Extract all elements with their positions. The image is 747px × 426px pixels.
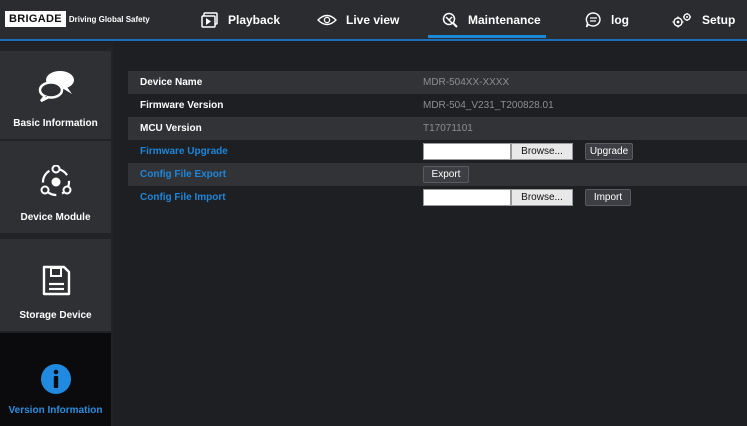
table-row: Device Name MDR-504XX-XXXX: [128, 71, 747, 94]
nav-log[interactable]: log: [585, 11, 629, 29]
import-button[interactable]: Import: [585, 189, 631, 206]
table-row: Firmware Version MDR-504_V231_T200828.01: [128, 94, 747, 117]
export-button[interactable]: Export: [423, 166, 469, 183]
config-export-label: Config File Export: [140, 169, 227, 180]
device-name-label: Device Name: [140, 77, 203, 88]
sidebar-item-storage-device[interactable]: Storage Device: [0, 239, 111, 331]
nav-playback[interactable]: Playback: [201, 11, 280, 29]
upgrade-button[interactable]: Upgrade: [585, 143, 633, 160]
brand-logo: BRIGADE Driving Global Safety: [5, 11, 150, 27]
active-tab-indicator: [428, 35, 546, 38]
floppy-disk-icon: [42, 265, 70, 296]
top-navigation-bar: BRIGADE Driving Global Safety Playback L…: [0, 0, 747, 41]
config-browse-button[interactable]: Browse...: [511, 189, 573, 206]
nav-log-label: log: [611, 13, 629, 27]
sidebar-item-label: Device Module: [20, 212, 91, 223]
firmware-file-input[interactable]: [423, 143, 511, 160]
sidebar-item-basic-information[interactable]: Basic Information: [0, 51, 111, 139]
table-row: MCU Version T17071101: [128, 117, 747, 140]
table-row: Firmware Upgrade Browse... Upgrade: [128, 140, 747, 163]
info-icon: [40, 364, 71, 394]
firmware-version-label: Firmware Version: [140, 100, 224, 111]
gears-icon: [672, 13, 691, 28]
nav-live-view-label: Live view: [346, 13, 400, 27]
playback-icon: [201, 12, 218, 28]
sidebar: Basic Information Device Module Storage …: [0, 43, 113, 426]
firmware-version-value: MDR-504_V231_T200828.01: [423, 100, 554, 111]
sidebar-item-device-module[interactable]: Device Module: [0, 141, 111, 233]
mcu-version-label: MCU Version: [140, 123, 202, 134]
sidebar-item-label: Storage Device: [19, 310, 92, 321]
config-file-input[interactable]: [423, 189, 511, 206]
nav-setup[interactable]: Setup: [671, 11, 735, 29]
logo-tagline: Driving Global Safety: [68, 14, 150, 24]
mcu-version-value: T17071101: [423, 123, 473, 134]
firmware-upgrade-label: Firmware Upgrade: [140, 146, 228, 157]
nav-live-view[interactable]: Live view: [317, 11, 399, 29]
nav-setup-label: Setup: [702, 13, 736, 27]
log-icon: [585, 12, 601, 28]
module-icon: [40, 165, 71, 197]
nav-playback-label: Playback: [228, 13, 281, 27]
sidebar-item-label: Basic Information: [13, 118, 98, 129]
eye-icon: [317, 14, 337, 26]
sidebar-item-label: Version Information: [8, 405, 103, 416]
table-row: Config File Export Export: [128, 163, 747, 186]
device-name-value: MDR-504XX-XXXX: [423, 77, 510, 88]
table-row: Config File Import Browse... Import: [128, 186, 747, 209]
maintenance-icon: [442, 12, 458, 28]
nav-maintenance-label: Maintenance: [468, 13, 541, 27]
firmware-browse-button[interactable]: Browse...: [511, 143, 573, 160]
sidebar-item-version-information[interactable]: Version Information: [0, 333, 111, 426]
logo-text: BRIGADE: [5, 11, 66, 27]
config-import-label: Config File Import: [140, 192, 226, 203]
speech-bubbles-icon: [38, 71, 74, 103]
nav-maintenance[interactable]: Maintenance: [441, 11, 541, 29]
